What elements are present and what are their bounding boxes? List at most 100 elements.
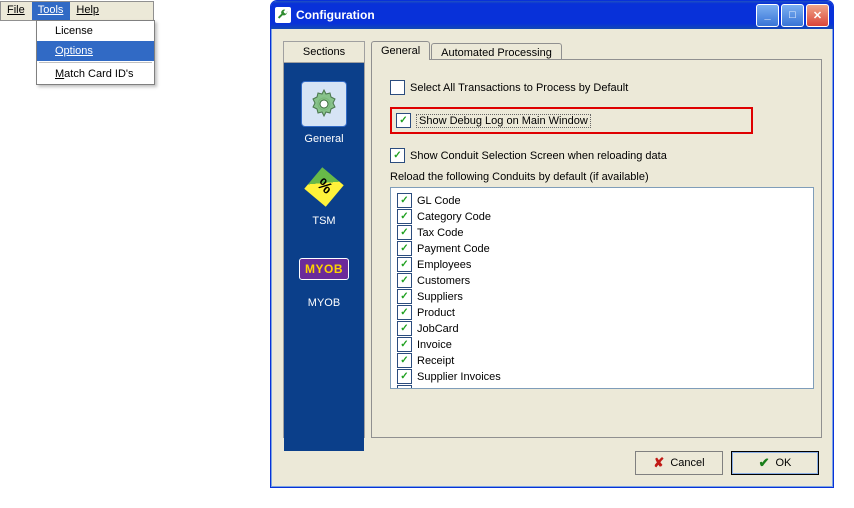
cancel-button[interactable]: ✘ Cancel <box>635 451 723 475</box>
conduit-checkbox[interactable] <box>397 385 412 389</box>
titlebar[interactable]: Configuration _ □ ✕ <box>271 1 833 29</box>
list-item: Receipt <box>397 353 807 368</box>
minimize-button[interactable]: _ <box>756 4 779 27</box>
myob-icon: MYOB <box>302 247 346 291</box>
menuitem-options-label: Options <box>55 45 93 57</box>
conduit-label: Invoice <box>417 339 452 351</box>
section-myob-label: MYOB <box>308 297 340 309</box>
conduit-checkbox[interactable] <box>397 369 412 384</box>
tabpanel-general: Select All Transactions to Process by De… <box>371 59 822 438</box>
list-item: Category Code <box>397 209 807 224</box>
conduit-listbox[interactable]: GL Code Category Code Tax Code Payment Code… <box>390 187 814 389</box>
section-myob[interactable]: MYOB MYOB <box>284 243 364 319</box>
close-button[interactable]: ✕ <box>806 4 829 27</box>
x-icon: ✘ <box>653 455 664 471</box>
menu-separator <box>39 62 152 63</box>
menu-help[interactable]: Help <box>70 2 106 20</box>
checkbox-show-conduit[interactable] <box>390 148 405 163</box>
tsm-icon: % <box>302 165 346 209</box>
menu-help-label: Help <box>76 4 99 16</box>
section-tsm[interactable]: % TSM <box>284 161 364 237</box>
conduit-checkbox[interactable] <box>397 273 412 288</box>
menuitem-match-rest: atch Card ID's <box>64 68 133 80</box>
checkbox-select-all[interactable] <box>390 80 405 95</box>
dialog-buttons: ✘ Cancel ✔ OK <box>635 451 819 475</box>
conduit-checkbox[interactable] <box>397 193 412 208</box>
conduit-checkbox[interactable] <box>397 257 412 272</box>
section-general-label: General <box>304 133 343 145</box>
maximize-icon: □ <box>789 9 796 21</box>
list-item: Invoice <box>397 337 807 352</box>
wrench-icon <box>275 7 291 23</box>
menuitem-license-label: License <box>55 25 93 37</box>
list-item: Cost of Goods Sold <box>397 385 807 389</box>
list-item: Suppliers <box>397 289 807 304</box>
tab-general[interactable]: General <box>371 41 430 60</box>
menuitem-match-underline: M <box>55 68 64 80</box>
list-item: Supplier Invoices <box>397 369 807 384</box>
conduit-checkbox[interactable] <box>397 305 412 320</box>
maximize-button[interactable]: □ <box>781 4 804 27</box>
menuitem-match-card-ids[interactable]: Match Card ID's <box>37 64 154 84</box>
conduit-checkbox[interactable] <box>397 209 412 224</box>
conduit-checkbox[interactable] <box>397 241 412 256</box>
conduit-list-header: Reload the following Conduits by default… <box>390 171 803 183</box>
tab-automated-label: Automated Processing <box>441 47 552 59</box>
menu-file[interactable]: File <box>1 2 32 20</box>
checkbox-show-conduit-label: Show Conduit Selection Screen when reloa… <box>410 150 667 162</box>
menu-tools[interactable]: Tools <box>32 2 71 20</box>
list-item: Tax Code <box>397 225 807 240</box>
conduit-checkbox[interactable] <box>397 321 412 336</box>
list-item: JobCard <box>397 321 807 336</box>
menuitem-options[interactable]: Options <box>37 41 154 61</box>
conduit-label: Receipt <box>417 355 454 367</box>
check-icon: ✔ <box>759 455 770 471</box>
menuitem-license[interactable]: License <box>37 21 154 41</box>
conduit-label: Customers <box>417 275 470 287</box>
ok-button-label: OK <box>776 457 792 469</box>
conduit-label: Product <box>417 307 455 319</box>
checkbox-show-debug-label: Show Debug Log on Main Window <box>416 114 591 128</box>
menu-tools-label: Tools <box>38 4 64 16</box>
conduit-label: GL Code <box>417 195 461 207</box>
conduit-label: Suppliers <box>417 291 463 303</box>
close-icon: ✕ <box>813 9 822 22</box>
list-item: Product <box>397 305 807 320</box>
gear-icon <box>301 81 347 127</box>
conduit-checkbox[interactable] <box>397 353 412 368</box>
sections-header: Sections <box>284 42 364 63</box>
conduit-label: Tax Code <box>417 227 463 239</box>
menubar: File Tools Help <box>0 1 154 21</box>
checkbox-select-all-row: Select All Transactions to Process by De… <box>390 80 803 95</box>
list-item: Payment Code <box>397 241 807 256</box>
conduit-label: Cost of Goods Sold <box>417 387 512 390</box>
menu-file-label: File <box>7 4 25 16</box>
checkbox-show-conduit-row: Show Conduit Selection Screen when reloa… <box>390 148 803 163</box>
section-general[interactable]: General <box>284 77 364 155</box>
list-item: Customers <box>397 273 807 288</box>
window-buttons: _ □ ✕ <box>756 4 829 27</box>
checkbox-select-all-label: Select All Transactions to Process by De… <box>410 82 628 94</box>
highlighted-option: Show Debug Log on Main Window <box>390 107 753 134</box>
tabstrip: General Automated Processing <box>371 41 563 60</box>
list-item: GL Code <box>397 193 807 208</box>
sections-panel: Sections General % TSM MYOB MYOB <box>283 41 365 438</box>
conduit-label: JobCard <box>417 323 459 335</box>
section-tsm-label: TSM <box>312 215 335 227</box>
conduit-label: Payment Code <box>417 243 490 255</box>
minimize-icon: _ <box>764 9 770 21</box>
ok-button[interactable]: ✔ OK <box>731 451 819 475</box>
list-item: Employees <box>397 257 807 272</box>
tools-dropdown: License Options Match Card ID's <box>36 20 155 85</box>
conduit-checkbox[interactable] <box>397 337 412 352</box>
cancel-button-label: Cancel <box>670 457 704 469</box>
conduit-label: Category Code <box>417 211 491 223</box>
conduit-checkbox[interactable] <box>397 225 412 240</box>
checkbox-show-debug[interactable] <box>396 113 411 128</box>
conduit-checkbox[interactable] <box>397 289 412 304</box>
sections-body: General % TSM MYOB MYOB <box>284 63 364 451</box>
window-title: Configuration <box>296 8 756 22</box>
tab-general-label: General <box>381 45 420 57</box>
conduit-label: Supplier Invoices <box>417 371 501 383</box>
configuration-window: Configuration _ □ ✕ Sections General % T… <box>270 0 834 488</box>
